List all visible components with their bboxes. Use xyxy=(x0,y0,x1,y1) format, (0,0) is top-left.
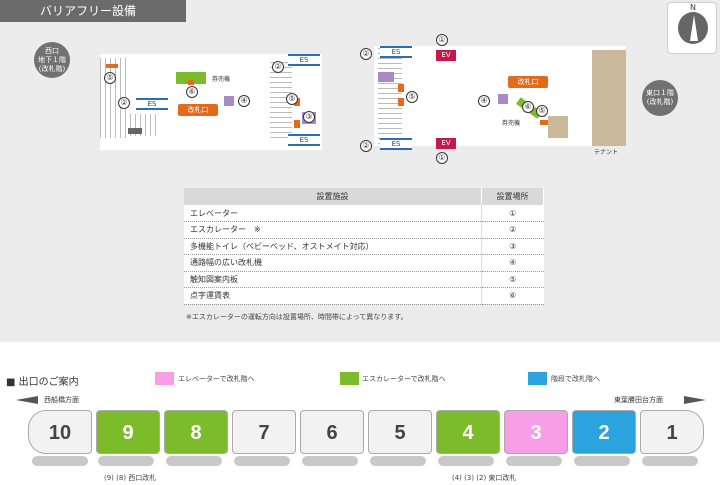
west-gate-label: (9) (8) 西口改札 xyxy=(104,474,157,482)
legend-stairs: 階段で改札階へ xyxy=(551,375,600,383)
car-9: 9 xyxy=(96,410,160,454)
car-7: 7 xyxy=(232,410,296,454)
east-exit-marker: 東口１階 (改札階) xyxy=(642,80,678,116)
facilities-table: 設置施設 設置場所 エレベーター ① エスカレーター ※ ② 多機能トイレ（ベビーベ… xyxy=(184,188,544,305)
elevator-south: EV xyxy=(436,138,456,149)
train-diagram: 10 9 8 7 6 5 4 3 2 1 xyxy=(26,410,706,454)
car-8: 8 xyxy=(164,410,228,454)
legend-swatch-stairs xyxy=(528,372,547,385)
barrier-free-panel: バリアフリー設備 N 西口 地下１階 (改札階) 東口１階 (改札階) ES E… xyxy=(0,0,720,342)
car-3: 3 xyxy=(504,410,568,454)
compass-icon: N xyxy=(667,2,717,54)
table-row: 多機能トイレ（ベビーベッド、オストメイト対応） ③ xyxy=(184,238,544,255)
right-arrow-icon xyxy=(684,396,706,404)
table-row: エレベーター ① xyxy=(184,205,544,222)
exit-guide-title: ■ 出口のご案内 xyxy=(6,377,79,388)
car-2: 2 xyxy=(572,410,636,454)
direction-east: 東葉勝田台方面 xyxy=(614,396,663,404)
car-4: 4 xyxy=(436,410,500,454)
train-wheels xyxy=(32,456,88,466)
west-exit-marker: 西口 地下１階 (改札階) xyxy=(34,42,70,78)
left-arrow-icon xyxy=(16,396,38,404)
table-row: エスカレーター ※ ② xyxy=(184,221,544,239)
car-10: 10 xyxy=(28,410,92,454)
direction-west: 西船橋方面 xyxy=(44,396,79,404)
table-row: 通路幅の広い改札機 ④ xyxy=(184,254,544,272)
legend-swatch-escalator xyxy=(340,372,359,385)
car-5: 5 xyxy=(368,410,432,454)
table-row: 触知図案内板 ⑤ xyxy=(184,271,544,288)
elevator-north: EV xyxy=(436,50,456,61)
car-1: 1 xyxy=(640,410,704,454)
legend-elevator: エレベーターで改札階へ xyxy=(178,375,255,383)
table-row: 点字運賃表 ⑥ xyxy=(184,287,544,305)
escalator-note: ※エスカレーターの運転方向は設置場所、時間帯によって異なります。 xyxy=(186,313,408,321)
car-6: 6 xyxy=(300,410,364,454)
section-title: バリアフリー設備 xyxy=(0,0,186,22)
legend-escalator: エスカレーターで改札階へ xyxy=(362,375,446,383)
east-gate-label: (4) (3) (2) 東口改札 xyxy=(452,474,517,482)
legend-swatch-elevator xyxy=(155,372,174,385)
